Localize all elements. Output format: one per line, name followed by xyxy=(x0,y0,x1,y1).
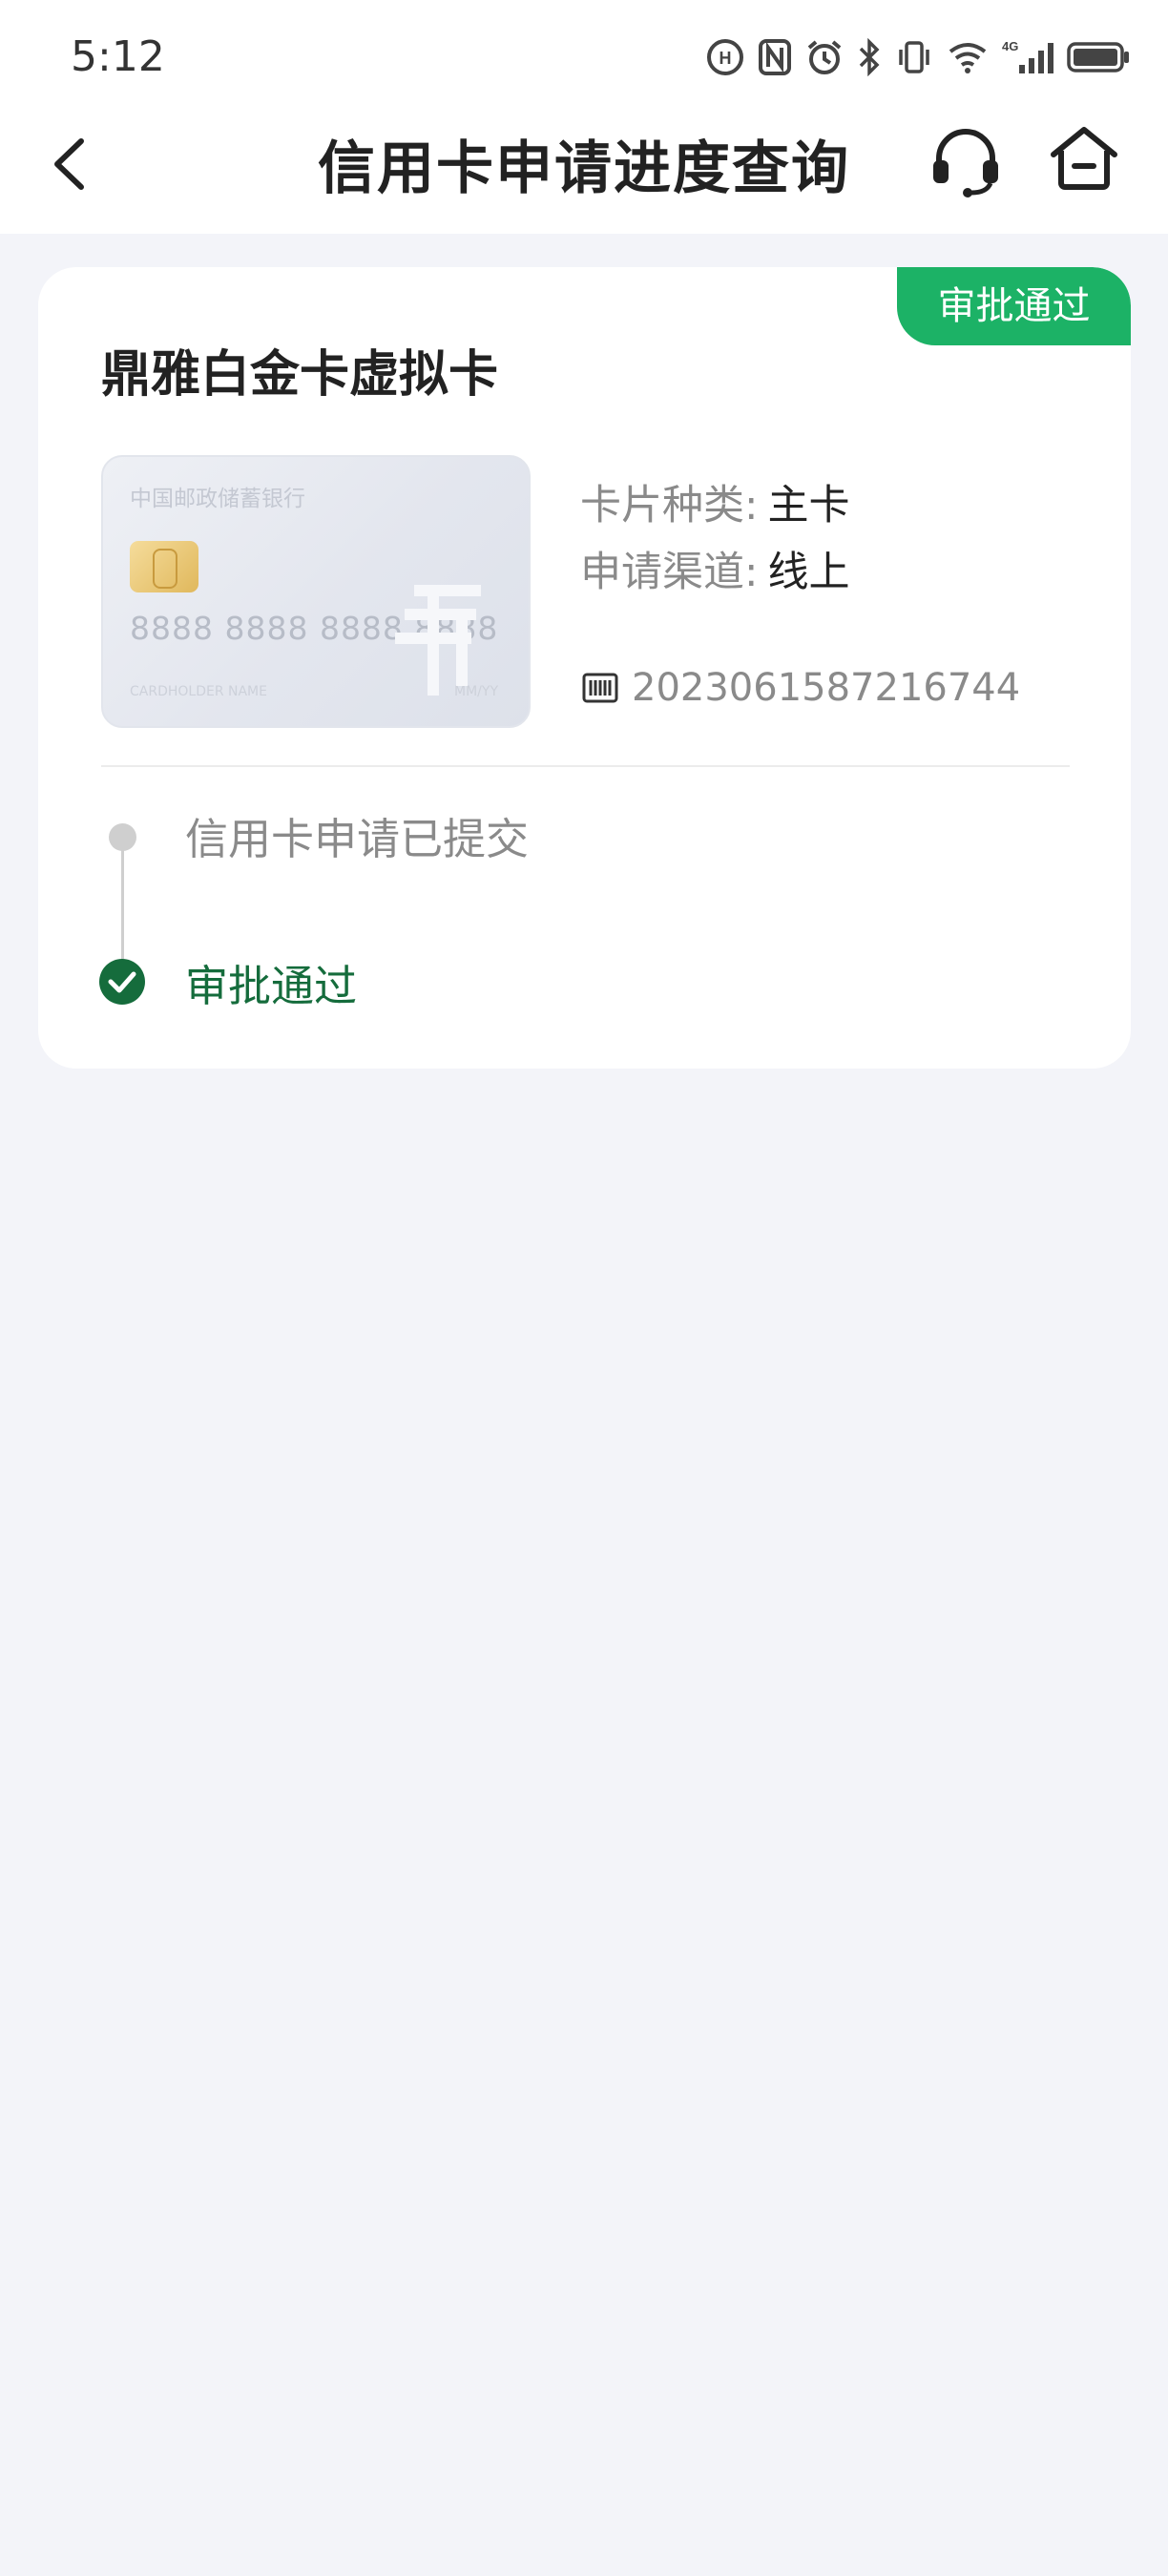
card-holder: CARDHOLDER NAME xyxy=(130,684,267,699)
check-circle-icon xyxy=(99,959,145,1005)
wifi-icon xyxy=(949,43,987,73)
card-bank-name: 中国邮政储蓄银行 xyxy=(130,487,305,511)
channel-value: 线上 xyxy=(767,549,850,596)
battery-icon xyxy=(1067,42,1129,73)
status-icons: H 4G xyxy=(706,29,1130,86)
divider xyxy=(101,765,1070,767)
card-image: 中国邮政储蓄银行 8888 8888 8888 8888 CARDHOLDER … xyxy=(101,455,531,728)
bank-logo-icon xyxy=(395,585,481,696)
nfc-icon xyxy=(759,39,791,75)
product-name: 鼎雅白金卡虚拟卡 xyxy=(101,346,499,404)
headset-icon xyxy=(933,129,998,197)
channel-row: 申请渠道: 线上 xyxy=(580,539,850,598)
home-button[interactable] xyxy=(1046,120,1122,197)
bluetooth-icon xyxy=(859,38,880,76)
card-type-label: 卡片种类: xyxy=(580,482,759,530)
card-type-row: 卡片种类: 主卡 xyxy=(580,472,850,531)
card-type-value: 主卡 xyxy=(767,482,850,530)
customer-service-button[interactable] xyxy=(928,122,1004,198)
barcode-icon xyxy=(582,673,618,703)
alarm-icon xyxy=(807,40,842,74)
hd-icon: H xyxy=(707,39,743,75)
timeline-step-approved: 审批通过 xyxy=(185,961,358,1011)
status-badge: 审批通过 xyxy=(897,267,1131,345)
status-time: 5:12 xyxy=(71,32,165,81)
vibrate-icon xyxy=(899,41,929,73)
application-number-row: 2023061587216744 xyxy=(582,666,1020,710)
timeline-connector xyxy=(121,840,124,959)
svg-text:H: H xyxy=(720,49,732,68)
channel-label: 申请渠道: xyxy=(580,549,759,596)
timeline-step-submitted: 信用卡申请已提交 xyxy=(185,814,530,864)
top-bar: 5:12 H 4G 信用卡申请进度查询 xyxy=(0,0,1168,234)
application-card[interactable]: 审批通过 鼎雅白金卡虚拟卡 中国邮政储蓄银行 8888 8888 8888 88… xyxy=(38,267,1131,1069)
timeline-dot xyxy=(109,823,136,851)
application-number: 2023061587216744 xyxy=(632,666,1021,710)
signal-4g-icon: 4G xyxy=(1002,39,1053,73)
card-chip xyxy=(130,541,198,592)
svg-text:4G: 4G xyxy=(1002,39,1018,53)
home-icon xyxy=(1051,127,1117,190)
